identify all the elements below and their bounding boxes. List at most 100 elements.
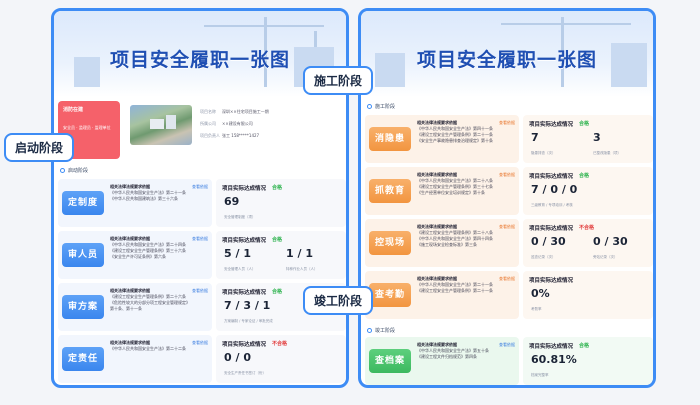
view-basis-link[interactable]: 查看依据 — [192, 184, 208, 190]
law-basis-line: 《生产经营单位安全培训规定》第十条 — [417, 190, 485, 195]
metric-caption: 巡查记录（次） — [531, 255, 556, 259]
status-badge: 合格 — [579, 343, 590, 349]
requirement-card: 定制度 相关法律法规要求依据 查看依据 《中华人民共和国安全生产法》第二十一条 《中华人… — [58, 179, 212, 227]
crane-boom — [204, 25, 324, 27]
metric-caption: 旁站记录（次） — [593, 255, 618, 259]
status-badge: 合格 — [579, 173, 590, 179]
result-card: 项目实际达成情况 0% 考勤率 — [523, 271, 653, 319]
compliance-row: 查考勤 相关法律法规要求依据 查看依据 《中华人民共和国安全生产法》第二十一条 《建设工… — [365, 271, 653, 321]
result-title: 项目实际达成情况 — [222, 342, 267, 348]
law-basis-line: 《安全生产许可证条例》第六条 — [110, 254, 166, 259]
requirement-card: 查档案 相关法律法规要求依据 查看依据 《中华人民共和国安全生产法》第五十条 《建设工程… — [365, 337, 519, 385]
stage-task-button[interactable]: 消隐患 — [369, 127, 411, 151]
stage-task-button[interactable]: 定责任 — [62, 347, 104, 371]
status-badge: 合格 — [272, 185, 283, 191]
law-basis: 相关法律法规要求依据 查看依据 《中华人民共和国安全生产法》第四十一条 《建设工程安全… — [417, 120, 515, 144]
law-basis-line: 《中华人民共和国安全生产法》第二十二条 — [110, 346, 186, 351]
result-card: 项目实际达成情况 不合格 0 / 30 巡查记录（次） 0 / 30 旁站记录（次） — [523, 219, 653, 267]
result-title: 项目实际达成情况 — [222, 186, 267, 192]
info-project-name: 项目名称 深圳××住宅项目施工一期 — [200, 109, 269, 114]
section-construction: 施工阶段 — [367, 103, 395, 110]
result-title: 项目实际达成情况 — [529, 344, 574, 350]
result-card: 项目实际达成情况 合格 7 / 0 / 0 三级教育 / 专项培训 / 考核 — [523, 167, 653, 215]
law-basis: 相关法律法规要求依据 查看依据 《建设工程安全生产管理条例》第二十六条 《危险性较大的… — [110, 288, 208, 312]
section-dot-icon — [367, 328, 372, 333]
law-basis: 相关法律法规要求依据 查看依据 《中华人民共和国安全生产法》第二十一条 《建设工程安全… — [417, 276, 515, 294]
metric-caption: 安全生产责任书签订（份） — [224, 371, 266, 375]
compliance-row: 查档案 相关法律法规要求依据 查看依据 《中华人民共和国安全生产法》第五十条 《建设工程… — [365, 337, 653, 385]
section-dot-icon — [60, 168, 65, 173]
status-badge: 合格 — [272, 289, 283, 295]
metric-caption: 档案完整率 — [531, 373, 549, 377]
view-basis-link[interactable]: 查看依据 — [499, 276, 515, 282]
law-basis: 相关法律法规要求依据 查看依据 《中华人民共和国安全生产法》第二十二条 — [110, 340, 208, 352]
metric-value: 0% — [531, 287, 550, 300]
result-title: 项目实际达成情况 — [529, 278, 574, 284]
project-photo — [130, 105, 192, 145]
metric-value: 5 / 1 — [224, 247, 251, 260]
view-basis-link[interactable]: 查看依据 — [192, 236, 208, 242]
view-basis-link[interactable]: 查看依据 — [192, 340, 208, 346]
law-basis-line: 《施工现场安全检查标准》第三条 — [417, 242, 477, 247]
result-card: 项目实际达成情况 合格 5 / 1 安全管理人员（人） 1 / 1 特种作业人员（人） — [216, 231, 346, 279]
view-basis-link[interactable]: 查看依据 — [499, 172, 515, 178]
stage-task-button[interactable]: 查考勤 — [369, 283, 411, 307]
metric-value: 0 / 30 — [531, 235, 566, 248]
metric-caption: 安全管理人员（人） — [224, 267, 256, 271]
metric-value: 0 / 30 — [593, 235, 628, 248]
metric-value: 3 — [593, 131, 601, 144]
view-basis-link[interactable]: 查看依据 — [499, 224, 515, 230]
stage-task-button[interactable]: 审人员 — [62, 243, 104, 267]
compliance-row: 审人员 相关法律法规要求依据 查看依据 《中华人民共和国安全生产法》第二十四条 《建设工… — [58, 231, 346, 281]
result-title: 项目实际达成情况 — [222, 290, 267, 296]
banner-title: 项目安全履职一张图 — [416, 49, 597, 71]
label-startup-stage: 启动阶段 — [4, 133, 75, 162]
stage-task-button[interactable]: 查档案 — [369, 349, 411, 373]
view-basis-link[interactable]: 查看依据 — [499, 120, 515, 126]
view-basis-link[interactable]: 查看依据 — [499, 342, 515, 348]
result-title: 项目实际达成情况 — [529, 122, 574, 128]
requirement-card: 抓教育 相关法律法规要求依据 查看依据 《中华人民共和国安全生产法》第二十八条 《建设工… — [365, 167, 519, 215]
law-basis: 相关法律法规要求依据 查看依据 《中华人民共和国安全生产法》第二十四条 《建设工程安全… — [110, 236, 208, 260]
metric-value: 7 / 3 / 1 — [224, 299, 271, 312]
metric-caption: 隐患排查（次） — [531, 151, 556, 155]
requirement-card: 审人员 相关法律法规要求依据 查看依据 《中华人民共和国安全生产法》第二十四条 《建设工… — [58, 231, 212, 279]
law-basis-line: 《中华人民共和国建筑法》第三十六条 — [110, 196, 178, 201]
requirement-card: 消隐患 相关法律法规要求依据 查看依据 《中华人民共和国安全生产法》第四十一条 《建设工… — [365, 115, 519, 163]
stage-task-button[interactable]: 控现场 — [369, 231, 411, 255]
compliance-row: 抓教育 相关法律法规要求依据 查看依据 《中华人民共和国安全生产法》第二十八条 《建设工… — [365, 167, 653, 217]
result-card: 项目实际达成情况 合格 69 安全管理制度（项） — [216, 179, 346, 227]
law-basis: 相关法律法规要求依据 查看依据 《建设工程安全生产管理条例》第二十八条 《中华人民共和… — [417, 224, 515, 248]
compliance-row: 控现场 相关法律法规要求依据 查看依据 《建设工程安全生产管理条例》第二十八条 《中华人… — [365, 219, 653, 269]
view-basis-link[interactable]: 查看依据 — [192, 288, 208, 294]
metric-value: 7 / 0 / 0 — [531, 183, 578, 196]
law-basis-line: 《建设工程文件归档规范》第四条 — [417, 354, 477, 359]
status-badge: 合格 — [272, 237, 283, 243]
law-basis: 相关法律法规要求依据 查看依据 《中华人民共和国安全生产法》第五十条 《建设工程文件归… — [417, 342, 515, 360]
metric-value: 60.81% — [531, 353, 577, 366]
section-completion: 竣工阶段 — [367, 327, 395, 334]
stage-task-button[interactable]: 抓教育 — [369, 179, 411, 203]
banner: 项目安全履职一张图 — [361, 11, 653, 97]
label-completion-stage: 竣工阶段 — [303, 286, 374, 315]
metric-value: 7 — [531, 131, 539, 144]
law-basis-line: 《建设工程安全生产管理条例》第二十一条 — [417, 288, 493, 293]
stage-task-button[interactable]: 审方案 — [62, 295, 104, 319]
metric-value: 69 — [224, 195, 240, 208]
construction-panel: 项目安全履职一张图 施工阶段 竣工阶段 消隐患 相关法律法规要求依据 查看依据 《中华… — [358, 8, 656, 388]
metric-caption: 考勤率 — [531, 307, 542, 311]
compliance-row: 定制度 相关法律法规要求依据 查看依据 《中华人民共和国安全生产法》第二十一条 《中华人… — [58, 179, 346, 229]
metric-value: 1 / 1 — [286, 247, 313, 260]
banner-title: 项目安全履职一张图 — [109, 49, 290, 71]
label-construction-stage: 施工阶段 — [303, 66, 374, 95]
result-card: 项目实际达成情况 合格 60.81% 档案完整率 — [523, 337, 653, 385]
project-status-title: 消防在建 — [63, 107, 84, 113]
metric-value: 0 / 0 — [224, 351, 251, 364]
info-manager: 项目负责人 张工 158*****1427 — [200, 133, 260, 138]
stage-task-button[interactable]: 定制度 — [62, 191, 104, 215]
result-card: 项目实际达成情况 不合格 0 / 0 安全生产责任书签订（份） — [216, 335, 346, 383]
result-title: 项目实际达成情况 — [529, 174, 574, 180]
startup-panel: 项目安全履职一张图 消防在建 安全员 · 监理员 · 监理单位 项目名称 深圳××… — [51, 8, 349, 388]
section-startup: 启动阶段 — [60, 167, 88, 174]
requirement-card: 查考勤 相关法律法规要求依据 查看依据 《中华人民共和国安全生产法》第二十一条 《建设工… — [365, 271, 519, 319]
